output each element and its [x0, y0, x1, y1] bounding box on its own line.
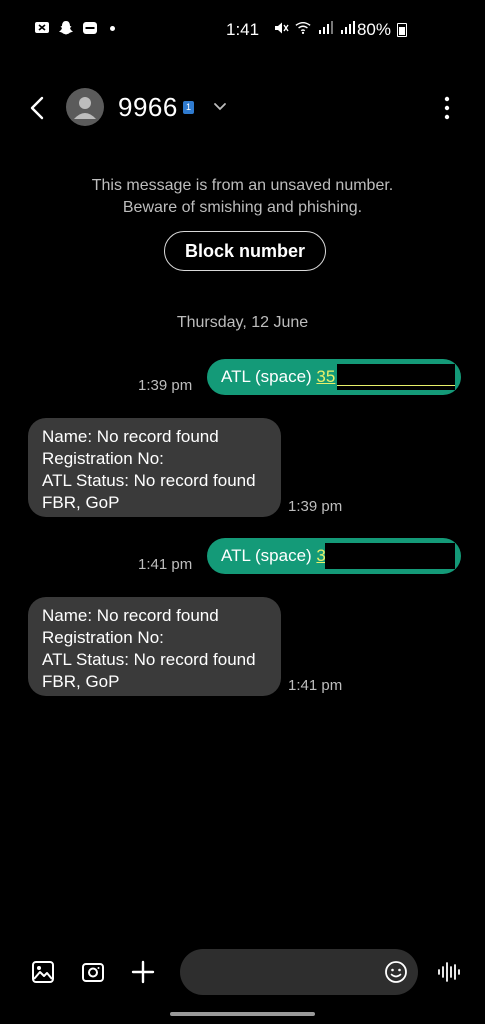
- message-time: 1:41 pm: [138, 556, 193, 573]
- camera-icon: [82, 963, 104, 982]
- more-notifications-dot: [110, 25, 115, 31]
- more-vertical-icon: [444, 96, 450, 120]
- sim-badge: 1: [183, 101, 194, 114]
- redacted-underline: [337, 385, 455, 386]
- smiley-icon: [385, 961, 407, 983]
- message-text: ATL (space): [221, 546, 317, 565]
- redacted-area: [325, 543, 455, 569]
- missed-call-icon: [34, 20, 50, 36]
- message-composer: [180, 949, 418, 995]
- message-time: 1:39 pm: [138, 377, 193, 394]
- contact-name[interactable]: 9966: [118, 92, 178, 123]
- message-link[interactable]: 35: [316, 367, 335, 386]
- more-options-button[interactable]: [439, 94, 455, 122]
- wifi-icon: [295, 20, 311, 36]
- signal-sim1-icon: [317, 20, 333, 36]
- redacted-area: [337, 364, 455, 390]
- status-time: 1:41: [226, 20, 260, 39]
- camera-button[interactable]: [80, 959, 106, 985]
- unsaved-number-warning: This message is from an unsaved number. …: [0, 175, 485, 219]
- outgoing-message[interactable]: ATL (space) 35: [207, 359, 461, 395]
- outgoing-message[interactable]: ATL (space) 3: [207, 538, 461, 574]
- contact-avatar[interactable]: [66, 88, 104, 126]
- notification-icons: [34, 20, 115, 36]
- chevron-down-icon: [214, 103, 226, 111]
- warning-line-1: This message is from an unsaved number.: [91, 177, 394, 194]
- message-line: Registration No:: [42, 449, 164, 468]
- image-icon: [32, 961, 54, 983]
- message-time: 1:39 pm: [288, 498, 343, 515]
- message-line: FBR, GoP: [42, 672, 120, 691]
- signal-icons: [273, 20, 355, 36]
- message-line: FBR, GoP: [42, 493, 120, 512]
- attach-button[interactable]: [130, 959, 156, 985]
- back-button[interactable]: [22, 92, 54, 124]
- waveform-icon: [438, 962, 460, 982]
- navigation-handle[interactable]: [170, 1012, 315, 1016]
- message-line: Name: No record found: [42, 606, 219, 625]
- incoming-message[interactable]: Name: No record found Registration No: A…: [28, 597, 281, 696]
- conversation-header: 9966 1: [0, 84, 485, 132]
- incoming-message[interactable]: Name: No record found Registration No: A…: [28, 418, 281, 517]
- message-text: ATL (space): [221, 367, 317, 386]
- message-input[interactable]: [196, 959, 380, 987]
- message-line: ATL Status: No record found: [42, 471, 256, 490]
- warning-line-2: Beware of smishing and phishing.: [122, 199, 363, 216]
- plus-icon: [131, 960, 155, 984]
- chevron-left-icon: [30, 96, 44, 120]
- messages-screen: 1:41 80% 9966 1 This message is from an …: [0, 0, 485, 1024]
- person-icon: [74, 97, 96, 119]
- block-number-button[interactable]: Block number: [164, 231, 326, 271]
- battery-level: 80%: [356, 20, 391, 39]
- message-time: 1:41 pm: [288, 677, 343, 694]
- voice-record-button[interactable]: [436, 959, 462, 985]
- message-line: Registration No:: [42, 628, 164, 647]
- battery-icon: [397, 23, 407, 37]
- snapchat-icon: [58, 20, 74, 36]
- message-line: Name: No record found: [42, 427, 219, 446]
- date-separator: Thursday, 12 June: [176, 314, 309, 331]
- app-notification-icon: [82, 20, 98, 36]
- message-line: ATL Status: No record found: [42, 650, 256, 669]
- status-bar: 1:41 80%: [0, 18, 485, 44]
- mute-icon: [273, 20, 289, 36]
- composer-bar: [0, 948, 485, 996]
- contact-details-button[interactable]: [210, 96, 230, 116]
- signal-sim2-icon: [339, 20, 355, 36]
- emoji-button[interactable]: [384, 960, 408, 984]
- gallery-button[interactable]: [30, 959, 56, 985]
